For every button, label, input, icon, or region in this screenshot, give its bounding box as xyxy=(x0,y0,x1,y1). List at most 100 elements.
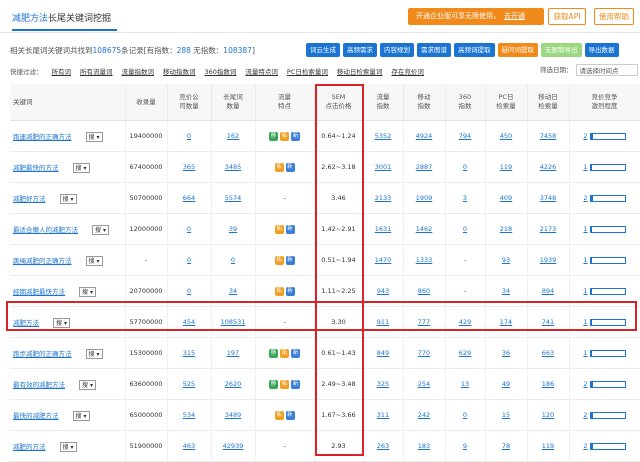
mobile-index-link[interactable]: 860 xyxy=(418,287,430,295)
mobile-daily-link[interactable]: 2173 xyxy=(540,225,557,233)
index-360-link[interactable]: 0 xyxy=(463,411,467,419)
traffic-index-link[interactable]: 911 xyxy=(377,318,389,326)
index-360-link[interactable]: 429 xyxy=(459,318,471,326)
col-mobile-index[interactable]: 移动 指数 xyxy=(403,84,446,121)
promo-banner[interactable]: 开通企业版可享无限使用， 去开通 xyxy=(408,8,544,25)
traffic-index-link[interactable]: 849 xyxy=(377,349,389,357)
mobile-index-link[interactable]: 770 xyxy=(418,349,430,357)
pc-daily-link[interactable]: 409 xyxy=(500,194,512,202)
pc-daily-link[interactable]: 78 xyxy=(502,442,510,450)
col-bid-companies[interactable]: 竞价公 司数量 xyxy=(167,84,212,121)
longtail-link[interactable]: 34 xyxy=(229,287,237,295)
competition-link[interactable]: 1 xyxy=(583,287,587,295)
search-select[interactable]: 搜 ▾ xyxy=(92,224,109,235)
longtail-link[interactable]: 3485 xyxy=(225,163,242,171)
pc-daily-link[interactable]: 119 xyxy=(500,163,512,171)
longtail-link[interactable]: 2620 xyxy=(225,380,242,388)
mobile-daily-link[interactable]: 1939 xyxy=(540,256,557,264)
col-360-index[interactable]: 360 指数 xyxy=(445,84,486,121)
competition-link[interactable]: 2 xyxy=(583,194,587,202)
mobile-index-link[interactable]: 1462 xyxy=(416,225,433,233)
bid-link[interactable]: 365 xyxy=(183,163,195,171)
bid-link[interactable]: 0 xyxy=(187,132,191,140)
bid-link[interactable]: 664 xyxy=(183,194,195,202)
index-360-link[interactable]: 9 xyxy=(463,442,467,450)
mobile-daily-link[interactable]: 741 xyxy=(542,318,554,326)
search-select[interactable]: 搜 ▾ xyxy=(72,410,90,421)
keyword-link[interactable]: 减肥最快的方法 xyxy=(13,164,59,172)
competition-link[interactable]: 2 xyxy=(583,442,587,450)
longtail-link[interactable]: 108531 xyxy=(221,318,246,326)
pc-daily-link[interactable]: 36 xyxy=(502,349,510,357)
keyword-link[interactable]: 减肥的方法 xyxy=(13,443,46,451)
unlimited-export-button[interactable]: 无限制导出 xyxy=(541,43,582,57)
longtail-link[interactable]: 162 xyxy=(227,132,239,140)
traffic-index-link[interactable]: 325 xyxy=(377,380,389,388)
filter-traffic-index[interactable]: 流量指数词 xyxy=(122,66,155,76)
search-select[interactable]: 搜 ▾ xyxy=(72,162,90,173)
filter-360-index[interactable]: 360指数词 xyxy=(205,66,237,76)
bid-link[interactable]: 315 xyxy=(183,349,195,357)
word-cloud-button[interactable]: 词云生成 xyxy=(306,43,340,57)
bid-link[interactable]: 454 xyxy=(183,318,195,326)
mobile-index-link[interactable]: 1909 xyxy=(416,194,433,202)
col-keyword[interactable]: 关键词 xyxy=(10,84,126,121)
bid-link[interactable]: 463 xyxy=(183,442,195,450)
mobile-daily-link[interactable]: 119 xyxy=(542,442,554,450)
search-select[interactable]: 搜 ▾ xyxy=(79,286,96,297)
longtail-link[interactable]: 5574 xyxy=(225,194,242,202)
promo-link[interactable]: 去开通 xyxy=(504,12,525,20)
filter-has-bid[interactable]: 存在竞价词 xyxy=(391,66,424,76)
mobile-index-link[interactable]: 242 xyxy=(418,411,430,419)
traffic-index-link[interactable]: 1631 xyxy=(375,225,392,233)
search-select[interactable]: 搜 ▾ xyxy=(85,348,103,359)
keyword-link[interactable]: 最适合懒人的减肥方法 xyxy=(13,226,78,234)
traffic-index-link[interactable]: 3001 xyxy=(375,163,392,171)
keyword-link[interactable]: 跑速减肥的正确方法 xyxy=(13,133,72,141)
export-data-button[interactable]: 导出数据 xyxy=(584,43,619,57)
bid-link[interactable]: 0 xyxy=(187,287,191,295)
competition-link[interactable]: 1 xyxy=(583,256,587,264)
competition-link[interactable]: 2 xyxy=(583,411,587,419)
mobile-daily-link[interactable]: 120 xyxy=(542,411,554,419)
col-long-tail[interactable]: 长尾词 数量 xyxy=(211,84,256,121)
index-360-link[interactable]: 0 xyxy=(463,225,467,233)
pc-daily-link[interactable]: 93 xyxy=(502,256,510,264)
mobile-index-link[interactable]: 254 xyxy=(418,380,430,388)
filter-traffic-feature[interactable]: 流量特点词 xyxy=(245,66,278,76)
longtail-link[interactable]: 39 xyxy=(229,225,237,233)
mobile-daily-link[interactable]: 186 xyxy=(542,380,554,388)
col-volume[interactable]: 收录量 xyxy=(125,84,168,121)
pc-daily-link[interactable]: 174 xyxy=(500,318,512,326)
traffic-index-link[interactable]: 311 xyxy=(377,411,389,419)
mobile-index-link[interactable]: 2887 xyxy=(416,163,433,171)
traffic-index-link[interactable]: 5352 xyxy=(375,132,392,140)
date-select[interactable]: 请选择时间点 xyxy=(575,64,638,76)
keyword-link[interactable]: 最快的减肥方法 xyxy=(13,412,59,420)
filter-pc-daily[interactable]: PC日检索量词 xyxy=(287,66,328,76)
keyword-link[interactable]: 减肥方法 xyxy=(13,319,39,327)
mobile-daily-link[interactable]: 7458 xyxy=(540,132,557,140)
traffic-index-link[interactable]: 263 xyxy=(377,442,389,450)
bid-link[interactable]: 534 xyxy=(183,411,195,419)
mobile-index-link[interactable]: 4924 xyxy=(416,132,433,140)
longtail-link[interactable]: 197 xyxy=(227,349,239,357)
mobile-daily-link[interactable]: 663 xyxy=(542,349,554,357)
competition-link[interactable]: 1 xyxy=(583,349,587,357)
mobile-daily-link[interactable]: 894 xyxy=(542,287,554,295)
index-360-link[interactable]: 3 xyxy=(463,194,467,202)
bid-link[interactable]: 0 xyxy=(187,225,191,233)
traffic-index-link[interactable]: 1470 xyxy=(375,256,392,264)
get-api-button[interactable]: 获取API xyxy=(548,8,586,25)
search-select[interactable]: 搜 ▾ xyxy=(53,317,70,328)
high-freq-extract-button[interactable]: 高频词提取 xyxy=(454,43,495,57)
traffic-index-link[interactable]: 943 xyxy=(377,287,389,295)
pc-daily-link[interactable]: 450 xyxy=(500,132,512,140)
keyword-link[interactable]: 减肥好方法 xyxy=(13,195,46,203)
traffic-index-link[interactable]: 2133 xyxy=(375,194,392,202)
competition-link[interactable]: 2 xyxy=(583,380,587,388)
competition-link[interactable]: 1 xyxy=(583,225,587,233)
competition-link[interactable]: 1 xyxy=(583,318,587,326)
keyword-link[interactable]: 最有效的减肥方法 xyxy=(13,381,65,389)
mobile-index-link[interactable]: 1333 xyxy=(416,256,433,264)
